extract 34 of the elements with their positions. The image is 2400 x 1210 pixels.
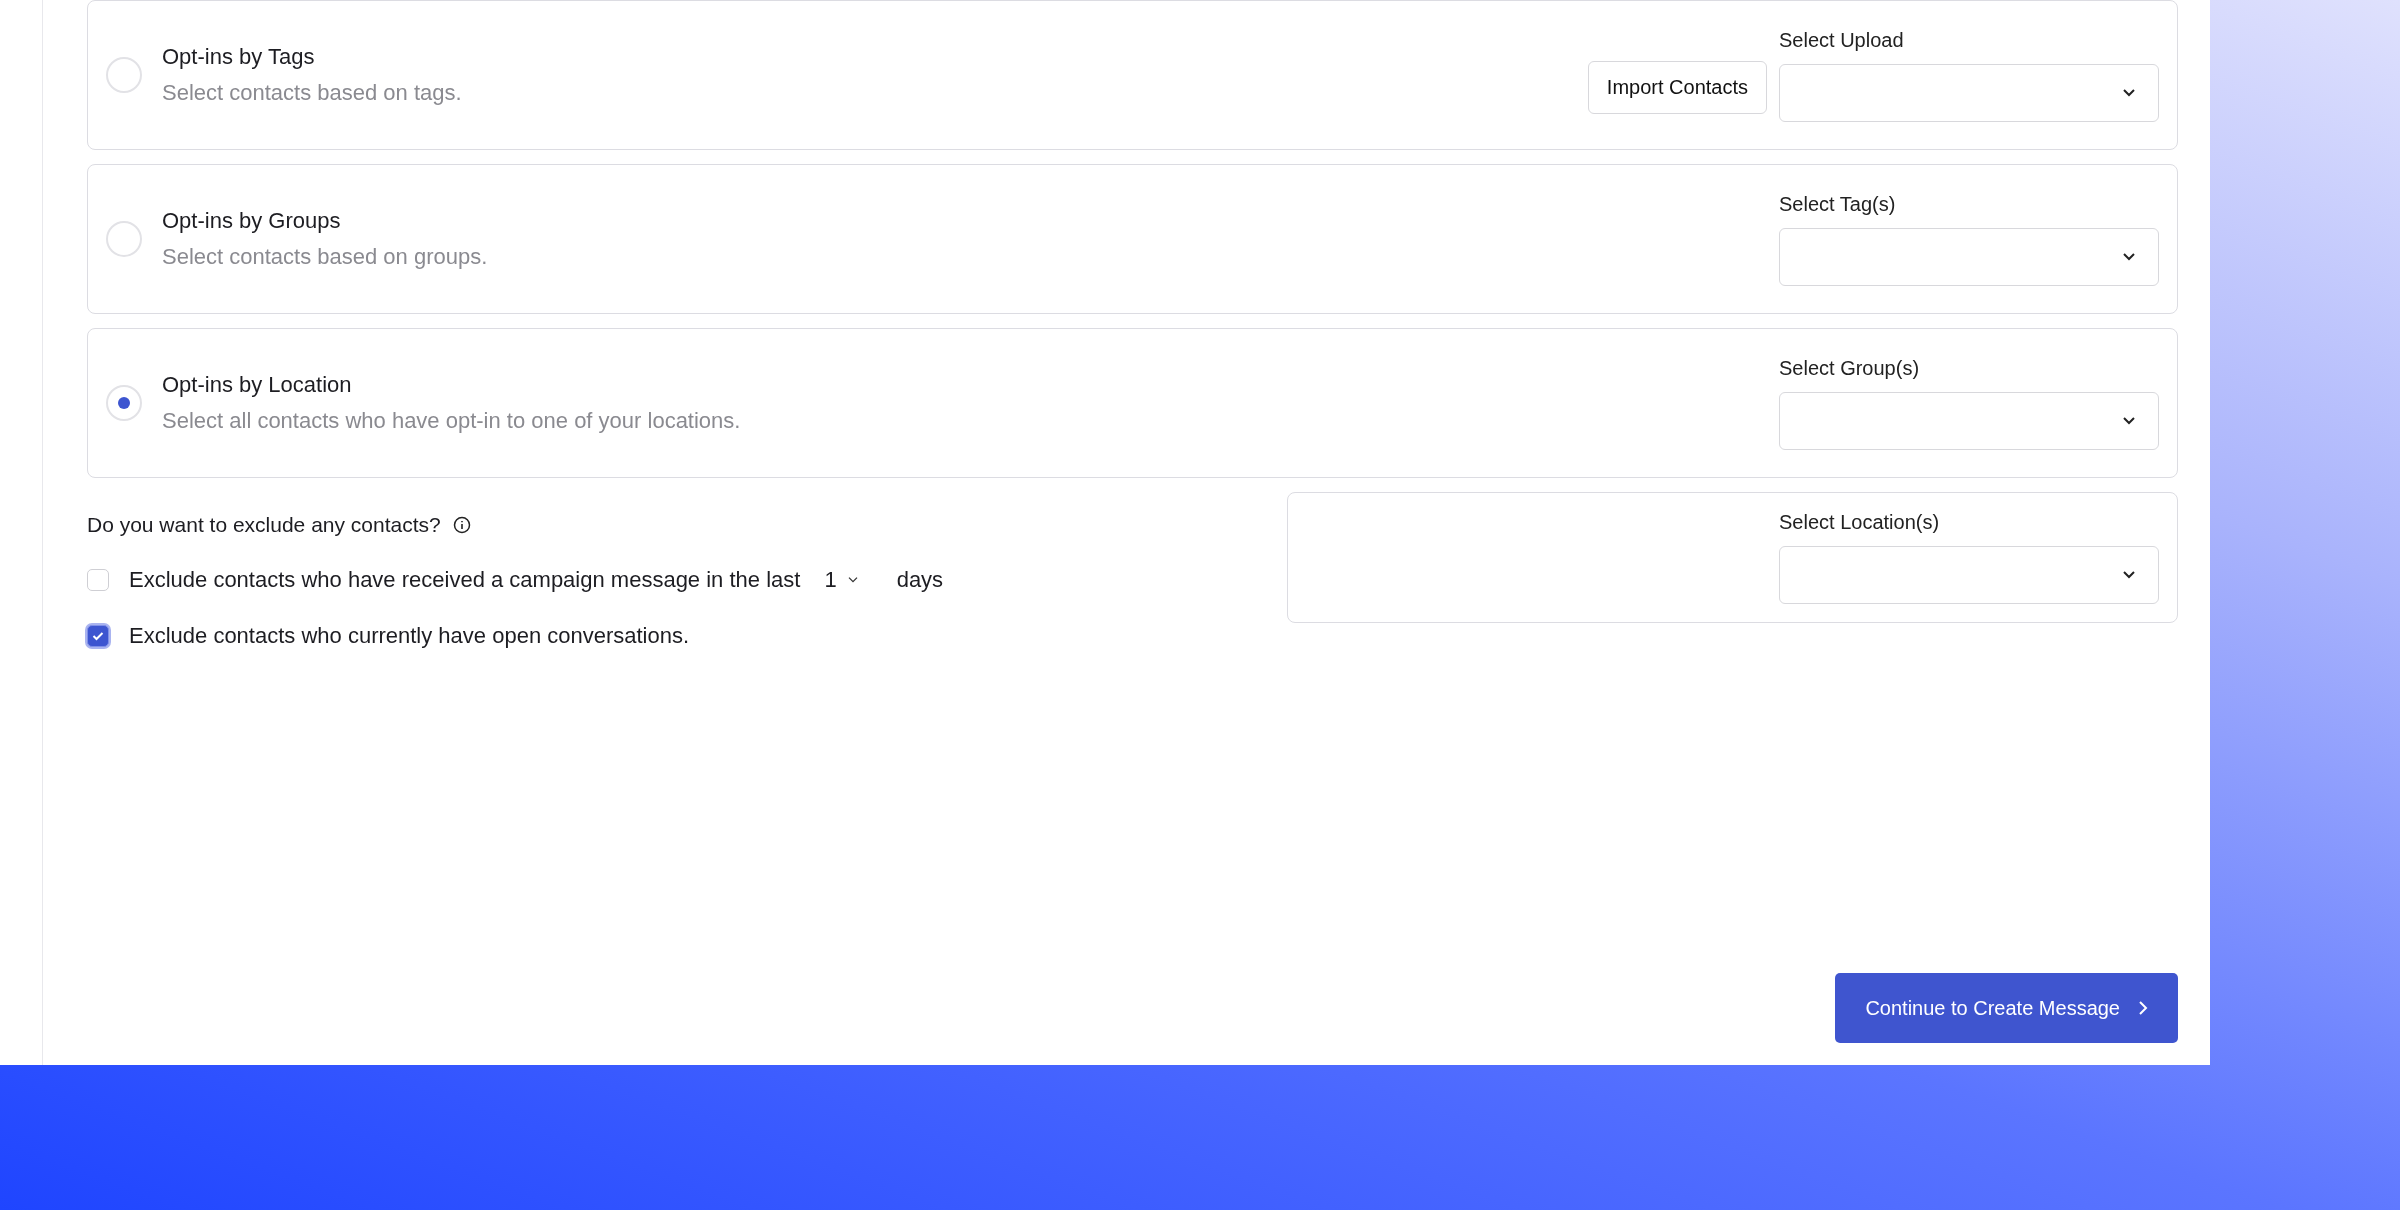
continue-button[interactable]: Continue to Create Message [1835,973,2178,1043]
option-description: Select contacts based on tags. [162,80,463,106]
option-title: Opt-ins by Groups [162,208,342,234]
checkbox[interactable] [87,625,109,647]
chevron-down-icon [2122,570,2136,580]
option-title: Opt-ins by Tags [162,44,316,70]
info-icon [452,516,471,534]
field-label: Select Location(s) [1779,511,1941,534]
chevron-right-icon [2138,1000,2148,1016]
select-dropdown[interactable] [1779,63,2159,122]
days-dropdown[interactable]: 1 [820,567,863,593]
exclude-question: Do you want to exclude any contacts? [87,513,441,537]
option-description: Select all contacts who have opt-in to one of your locations. [162,408,742,434]
chevron-down-icon [2122,87,2136,98]
radio-button[interactable] [106,221,142,257]
chevron-down-icon [2122,251,2136,262]
field-label: Select Tag(s) [1779,192,1897,216]
radio-button[interactable] [106,385,142,421]
days-unit: days [896,567,944,593]
option-description: Select contacts based on groups. [162,244,489,270]
select-dropdown[interactable] [1779,546,2159,604]
check-icon [92,631,104,641]
option-title: Opt-ins by Location [162,372,353,398]
select-dropdown[interactable] [1779,391,2159,450]
radio-button[interactable] [106,57,142,93]
field-label: Select Upload [1779,28,1905,52]
select-dropdown[interactable] [1779,227,2159,286]
field-label: Select Group(s) [1779,356,1921,380]
chevron-down-icon [2122,415,2136,426]
checkbox-label: Exclude contacts who currently have open conversations. [129,623,690,649]
checkbox[interactable] [87,569,109,591]
import-contacts-button[interactable]: Import Contacts [1587,60,1767,114]
checkbox-label: Exclude contacts who have received a campaign message in the last [129,567,801,593]
chevron-down-icon [846,576,859,584]
